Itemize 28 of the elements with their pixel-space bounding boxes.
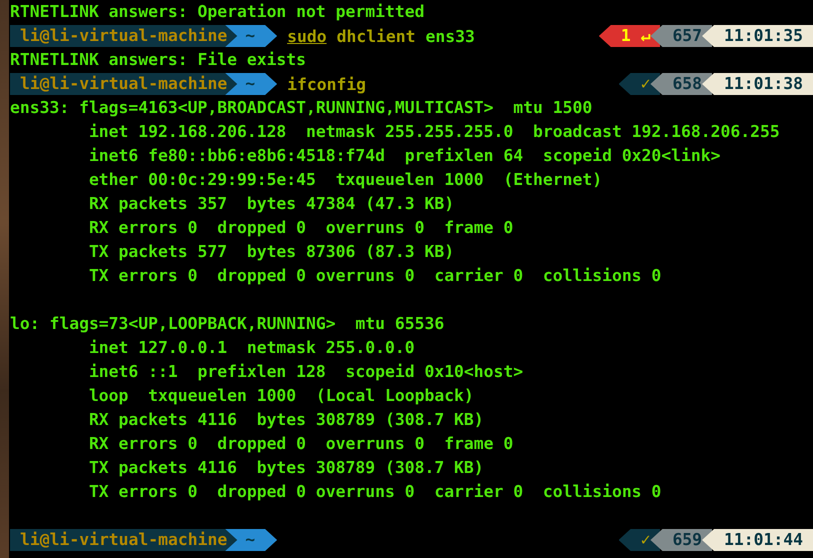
output-line: RTNETLINK answers: Operation not permitted	[10, 2, 424, 21]
prompt-user: li@li-virtual-machine	[10, 73, 238, 95]
output-line: TX errors 0 dropped 0 overruns 0 carrier 0 collisions 0	[88, 266, 662, 285]
prompt-time: 11:01:38	[702, 73, 813, 95]
output-line: TX packets 577 bytes 87306 (87.3 KB)	[88, 242, 454, 261]
prompt-user: li@li-virtual-machine	[10, 25, 238, 47]
output-line: ether 00:0c:29:99:5e:45 txqueuelen 1000 (Ethernet)	[88, 170, 602, 189]
output-line: lo: flags=73<UP,LOOPBACK,RUNNING> mtu 65536	[10, 314, 444, 333]
prompt-time: 11:01:35	[702, 25, 813, 47]
output-line: RX packets 4116 bytes 308789 (308.7 KB)	[88, 410, 484, 429]
command-word: sudo	[287, 26, 327, 46]
prompt-user: li@li-virtual-machine	[10, 529, 238, 551]
output-line: RX errors 0 dropped 0 overruns 0 frame 0	[88, 218, 514, 237]
output-line: RTNETLINK answers: File exists	[10, 50, 306, 69]
output-line: loop txqueuelen 1000 (Local Loopback)	[88, 386, 474, 405]
command-word: ifconfig	[287, 74, 366, 94]
output-line: ens33: flags=4163<UP,BROADCAST,RUNNING,MULTICAST> mtu 1500	[10, 98, 592, 117]
output-line: inet 192.168.206.128 netmask 255.255.255.0 broadcast 192.168.206.255	[88, 122, 780, 141]
output-line: inet6 ::1 prefixlen 128 scopeid 0x10<host>	[88, 362, 524, 381]
output-line: TX errors 0 dropped 0 overruns 0 carrier 0 collisions 0	[88, 482, 662, 501]
output-line: inet 127.0.0.1 netmask 255.0.0.0	[88, 338, 415, 357]
command-word: dhclient	[336, 26, 416, 46]
output-line: TX packets 4116 bytes 308789 (308.7 KB)	[88, 458, 484, 477]
command-argument: ens33	[426, 26, 475, 46]
output-line: inet6 fe80::bb6:e8b6:4518:f74d prefixlen 64 scopeid 0x20<link>	[88, 146, 720, 165]
output-line: RX packets 357 bytes 47384 (47.3 KB)	[88, 194, 454, 213]
output-line: RX errors 0 dropped 0 overruns 0 frame 0	[88, 434, 514, 453]
prompt-time: 11:01:44	[702, 529, 813, 551]
